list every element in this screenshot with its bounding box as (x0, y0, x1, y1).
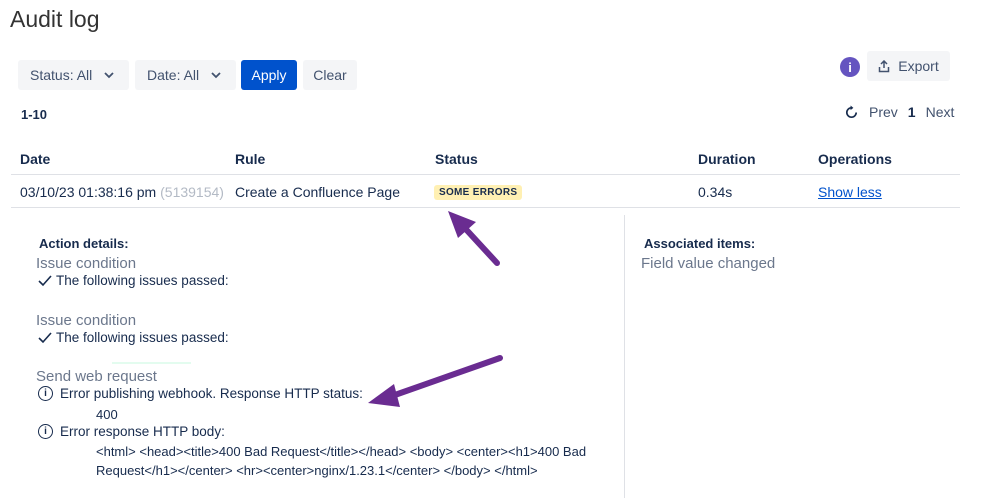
arrow-icon (448, 211, 500, 266)
annotation-arrows (368, 211, 503, 407)
arrow-icon (368, 355, 503, 407)
